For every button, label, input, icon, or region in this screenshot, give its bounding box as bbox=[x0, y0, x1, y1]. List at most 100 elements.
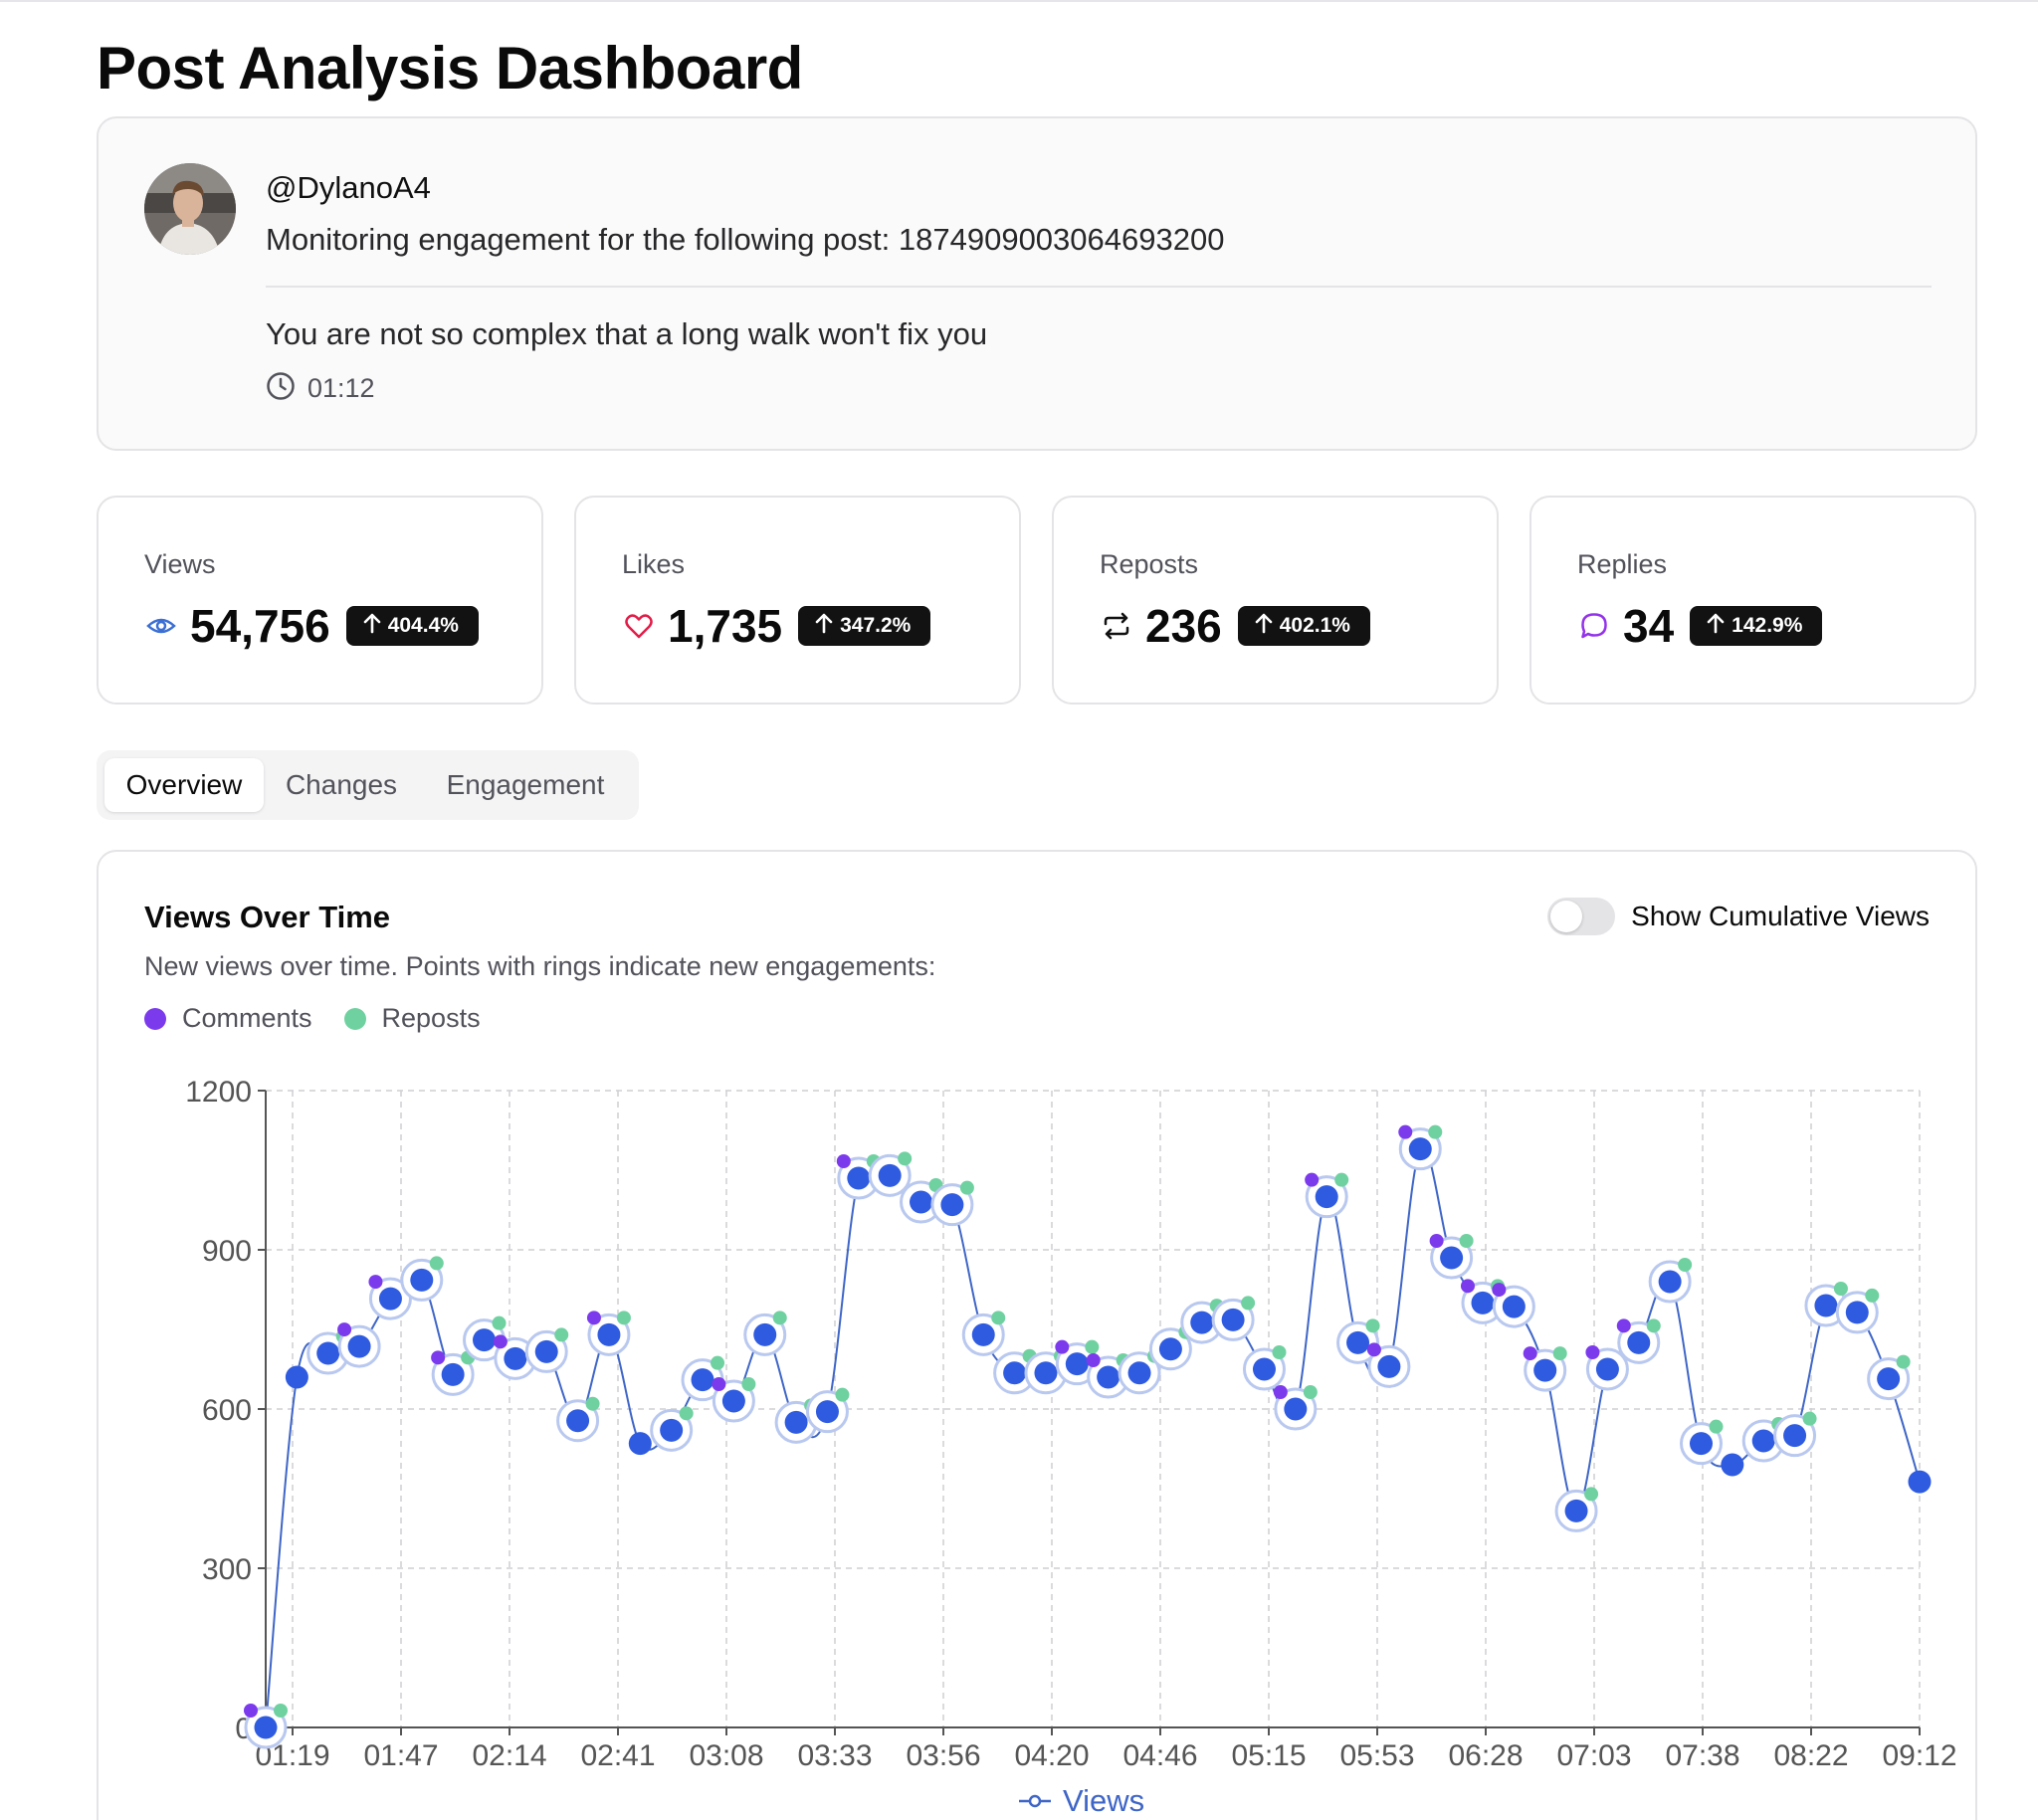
data-point bbox=[691, 1368, 714, 1392]
data-point bbox=[534, 1339, 558, 1363]
x-tick-label: 06:28 bbox=[1448, 1739, 1523, 1772]
data-point bbox=[971, 1322, 995, 1346]
data-point bbox=[316, 1341, 340, 1365]
data-point bbox=[878, 1163, 902, 1187]
repost-marker bbox=[1303, 1385, 1318, 1399]
repost-marker bbox=[679, 1406, 694, 1421]
comment-marker bbox=[1492, 1283, 1507, 1298]
x-tick-label: 01:47 bbox=[363, 1739, 438, 1772]
data-point bbox=[254, 1716, 278, 1739]
comment-marker bbox=[1305, 1172, 1320, 1187]
data-point bbox=[347, 1334, 371, 1358]
data-point bbox=[441, 1362, 465, 1386]
repost-marker bbox=[1365, 1318, 1380, 1333]
x-tick-label: 05:15 bbox=[1231, 1739, 1306, 1772]
y-tick-label: 300 bbox=[202, 1553, 252, 1586]
repost-marker bbox=[772, 1311, 787, 1325]
data-point bbox=[1564, 1499, 1588, 1522]
data-point bbox=[1377, 1354, 1401, 1378]
comment-marker bbox=[836, 1154, 851, 1168]
repost-marker bbox=[1085, 1339, 1100, 1354]
repost-marker bbox=[274, 1704, 288, 1718]
data-point bbox=[1751, 1429, 1775, 1453]
data-point bbox=[566, 1409, 590, 1433]
comment-marker bbox=[368, 1275, 383, 1290]
comment-marker bbox=[586, 1311, 601, 1325]
data-point bbox=[1190, 1311, 1214, 1334]
views-over-time-chart: 0300600900120001:19 01:47 02:14 02:41 03:08 0… bbox=[185, 1076, 1956, 1818]
data-point bbox=[1034, 1361, 1058, 1385]
data-point bbox=[815, 1400, 839, 1424]
data-point bbox=[1908, 1470, 1932, 1494]
repost-marker bbox=[741, 1377, 756, 1391]
comment-marker bbox=[1460, 1279, 1475, 1294]
comment-marker bbox=[1398, 1124, 1413, 1139]
x-tick-label: 05:53 bbox=[1339, 1739, 1414, 1772]
data-point bbox=[628, 1432, 652, 1456]
data-point bbox=[753, 1322, 777, 1346]
series-legend-label: Views bbox=[1063, 1783, 1144, 1818]
repost-marker bbox=[1428, 1124, 1443, 1139]
repost-marker bbox=[554, 1327, 569, 1342]
comment-marker bbox=[1523, 1346, 1537, 1361]
repost-marker bbox=[1272, 1345, 1287, 1359]
data-point bbox=[1408, 1137, 1432, 1161]
data-point bbox=[1595, 1357, 1619, 1381]
data-point bbox=[1127, 1361, 1151, 1385]
data-point bbox=[473, 1328, 497, 1352]
data-point bbox=[1440, 1246, 1464, 1270]
comment-marker bbox=[1086, 1353, 1101, 1367]
data-point bbox=[597, 1322, 621, 1346]
comment-marker bbox=[431, 1350, 446, 1365]
comment-marker bbox=[1429, 1234, 1444, 1248]
data-point bbox=[1845, 1301, 1869, 1324]
repost-marker bbox=[1584, 1487, 1599, 1502]
x-tick-label: 08:22 bbox=[1773, 1739, 1848, 1772]
repost-marker bbox=[585, 1396, 600, 1411]
views-line bbox=[265, 1145, 1921, 1728]
data-point bbox=[1221, 1308, 1245, 1331]
data-point bbox=[660, 1418, 684, 1442]
data-point bbox=[1346, 1330, 1370, 1354]
repost-marker bbox=[429, 1256, 444, 1271]
comment-marker bbox=[337, 1322, 352, 1337]
data-point bbox=[1065, 1352, 1089, 1376]
data-point bbox=[410, 1268, 434, 1292]
data-point bbox=[1877, 1367, 1901, 1391]
x-tick-label: 03:33 bbox=[797, 1739, 872, 1772]
data-point bbox=[1689, 1432, 1713, 1456]
comment-marker bbox=[1055, 1339, 1070, 1354]
repost-marker bbox=[1334, 1172, 1349, 1187]
comment-marker bbox=[493, 1334, 508, 1349]
y-tick-label: 600 bbox=[202, 1394, 252, 1427]
data-point bbox=[784, 1410, 808, 1434]
data-point bbox=[1471, 1291, 1495, 1314]
data-point bbox=[1502, 1295, 1526, 1318]
data-point bbox=[721, 1389, 745, 1413]
y-tick-label: 1200 bbox=[185, 1076, 252, 1109]
repost-marker bbox=[898, 1151, 913, 1166]
y-tick-label: 900 bbox=[202, 1235, 252, 1268]
repost-marker bbox=[1678, 1258, 1693, 1272]
x-tick-label: 03:08 bbox=[689, 1739, 763, 1772]
repost-marker bbox=[1552, 1346, 1567, 1361]
data-point bbox=[1783, 1424, 1807, 1448]
repost-marker bbox=[711, 1355, 725, 1370]
x-tick-label: 07:38 bbox=[1665, 1739, 1739, 1772]
repost-marker bbox=[1802, 1411, 1817, 1426]
comment-marker bbox=[1273, 1385, 1288, 1399]
data-point bbox=[1814, 1294, 1838, 1317]
data-point bbox=[285, 1365, 308, 1389]
comment-marker bbox=[1616, 1318, 1631, 1333]
data-point bbox=[1721, 1453, 1744, 1477]
repost-marker bbox=[991, 1311, 1006, 1325]
data-point bbox=[910, 1190, 933, 1214]
repost-marker bbox=[835, 1387, 850, 1402]
data-point bbox=[1627, 1330, 1651, 1354]
x-tick-label: 04:20 bbox=[1014, 1739, 1089, 1772]
x-tick-label: 03:56 bbox=[906, 1739, 980, 1772]
data-point bbox=[1533, 1358, 1557, 1382]
repost-marker bbox=[1646, 1318, 1661, 1333]
x-tick-label: 04:46 bbox=[1122, 1739, 1197, 1772]
data-point bbox=[504, 1346, 527, 1370]
